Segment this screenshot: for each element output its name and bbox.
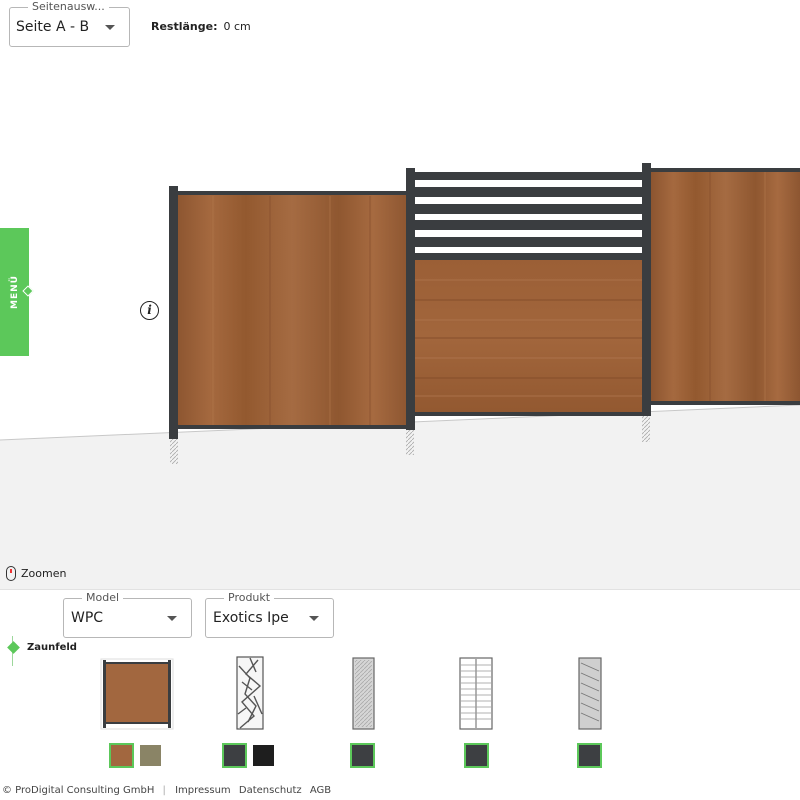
fence-canvas[interactable] <box>0 0 800 590</box>
thumbnail-decor-lines[interactable] <box>459 657 493 730</box>
diamond-icon <box>7 641 20 654</box>
section-zaunfeld[interactable]: Zaunfeld <box>7 641 77 654</box>
thumbnail-decor-texture[interactable] <box>578 657 602 730</box>
footer-link-impressum[interactable]: Impressum <box>175 785 231 796</box>
color-swatch-decor-texture-1[interactable] <box>577 743 602 768</box>
color-swatch-decor-branches-1[interactable] <box>222 743 247 768</box>
chevron-down-icon <box>309 616 319 621</box>
configurator-root: { "top": { "side_select": { "legend": "S… <box>0 0 800 800</box>
fence-panel-3 <box>651 168 800 405</box>
color-swatch-decor-stone-1[interactable] <box>350 743 375 768</box>
footer: © ProDigital Consulting GmbH | Impressum… <box>2 785 332 796</box>
mouse-icon <box>6 566 16 581</box>
fence-post-1 <box>169 186 178 464</box>
fence-panel-1 <box>176 191 408 429</box>
product-select-value: Exotics Ipe <box>213 610 289 626</box>
thumbnail-decor-stone[interactable] <box>352 657 375 730</box>
footer-link-agb[interactable]: AGB <box>310 785 331 796</box>
thumbnail-wpc-solid[interactable] <box>100 658 174 730</box>
footer-copyright: © ProDigital Consulting GmbH <box>2 785 155 796</box>
zoom-hint: Zoomen <box>6 566 66 581</box>
model-select-legend: Model <box>82 591 124 605</box>
color-swatch-decor-branches-2[interactable] <box>253 745 274 766</box>
ground-area <box>0 405 800 590</box>
fence-post-2 <box>406 168 415 455</box>
side-menu-tab[interactable]: MENÜ <box>0 228 34 356</box>
side-menu-label: MENÜ <box>9 275 20 309</box>
info-icon[interactable]: i <box>140 301 159 320</box>
model-select-value: WPC <box>71 610 104 626</box>
zoom-label: Zoomen <box>21 567 67 580</box>
color-swatch-wpc-solid-2[interactable] <box>140 745 161 766</box>
section-label: Zaunfeld <box>27 642 77 653</box>
fence-post-3 <box>642 163 651 442</box>
thumbnail-decor-branches[interactable] <box>236 656 264 730</box>
color-swatch-decor-lines-1[interactable] <box>464 743 489 768</box>
fence-panel-2 <box>414 172 644 416</box>
chevron-down-icon <box>167 616 177 621</box>
footer-link-datenschutz[interactable]: Datenschutz <box>239 785 302 796</box>
product-select-legend: Produkt <box>224 591 275 605</box>
model-select[interactable]: Model WPC <box>63 591 192 638</box>
color-swatch-wpc-solid-1[interactable] <box>109 743 134 768</box>
product-select[interactable]: Produkt Exotics Ipe <box>205 591 334 638</box>
